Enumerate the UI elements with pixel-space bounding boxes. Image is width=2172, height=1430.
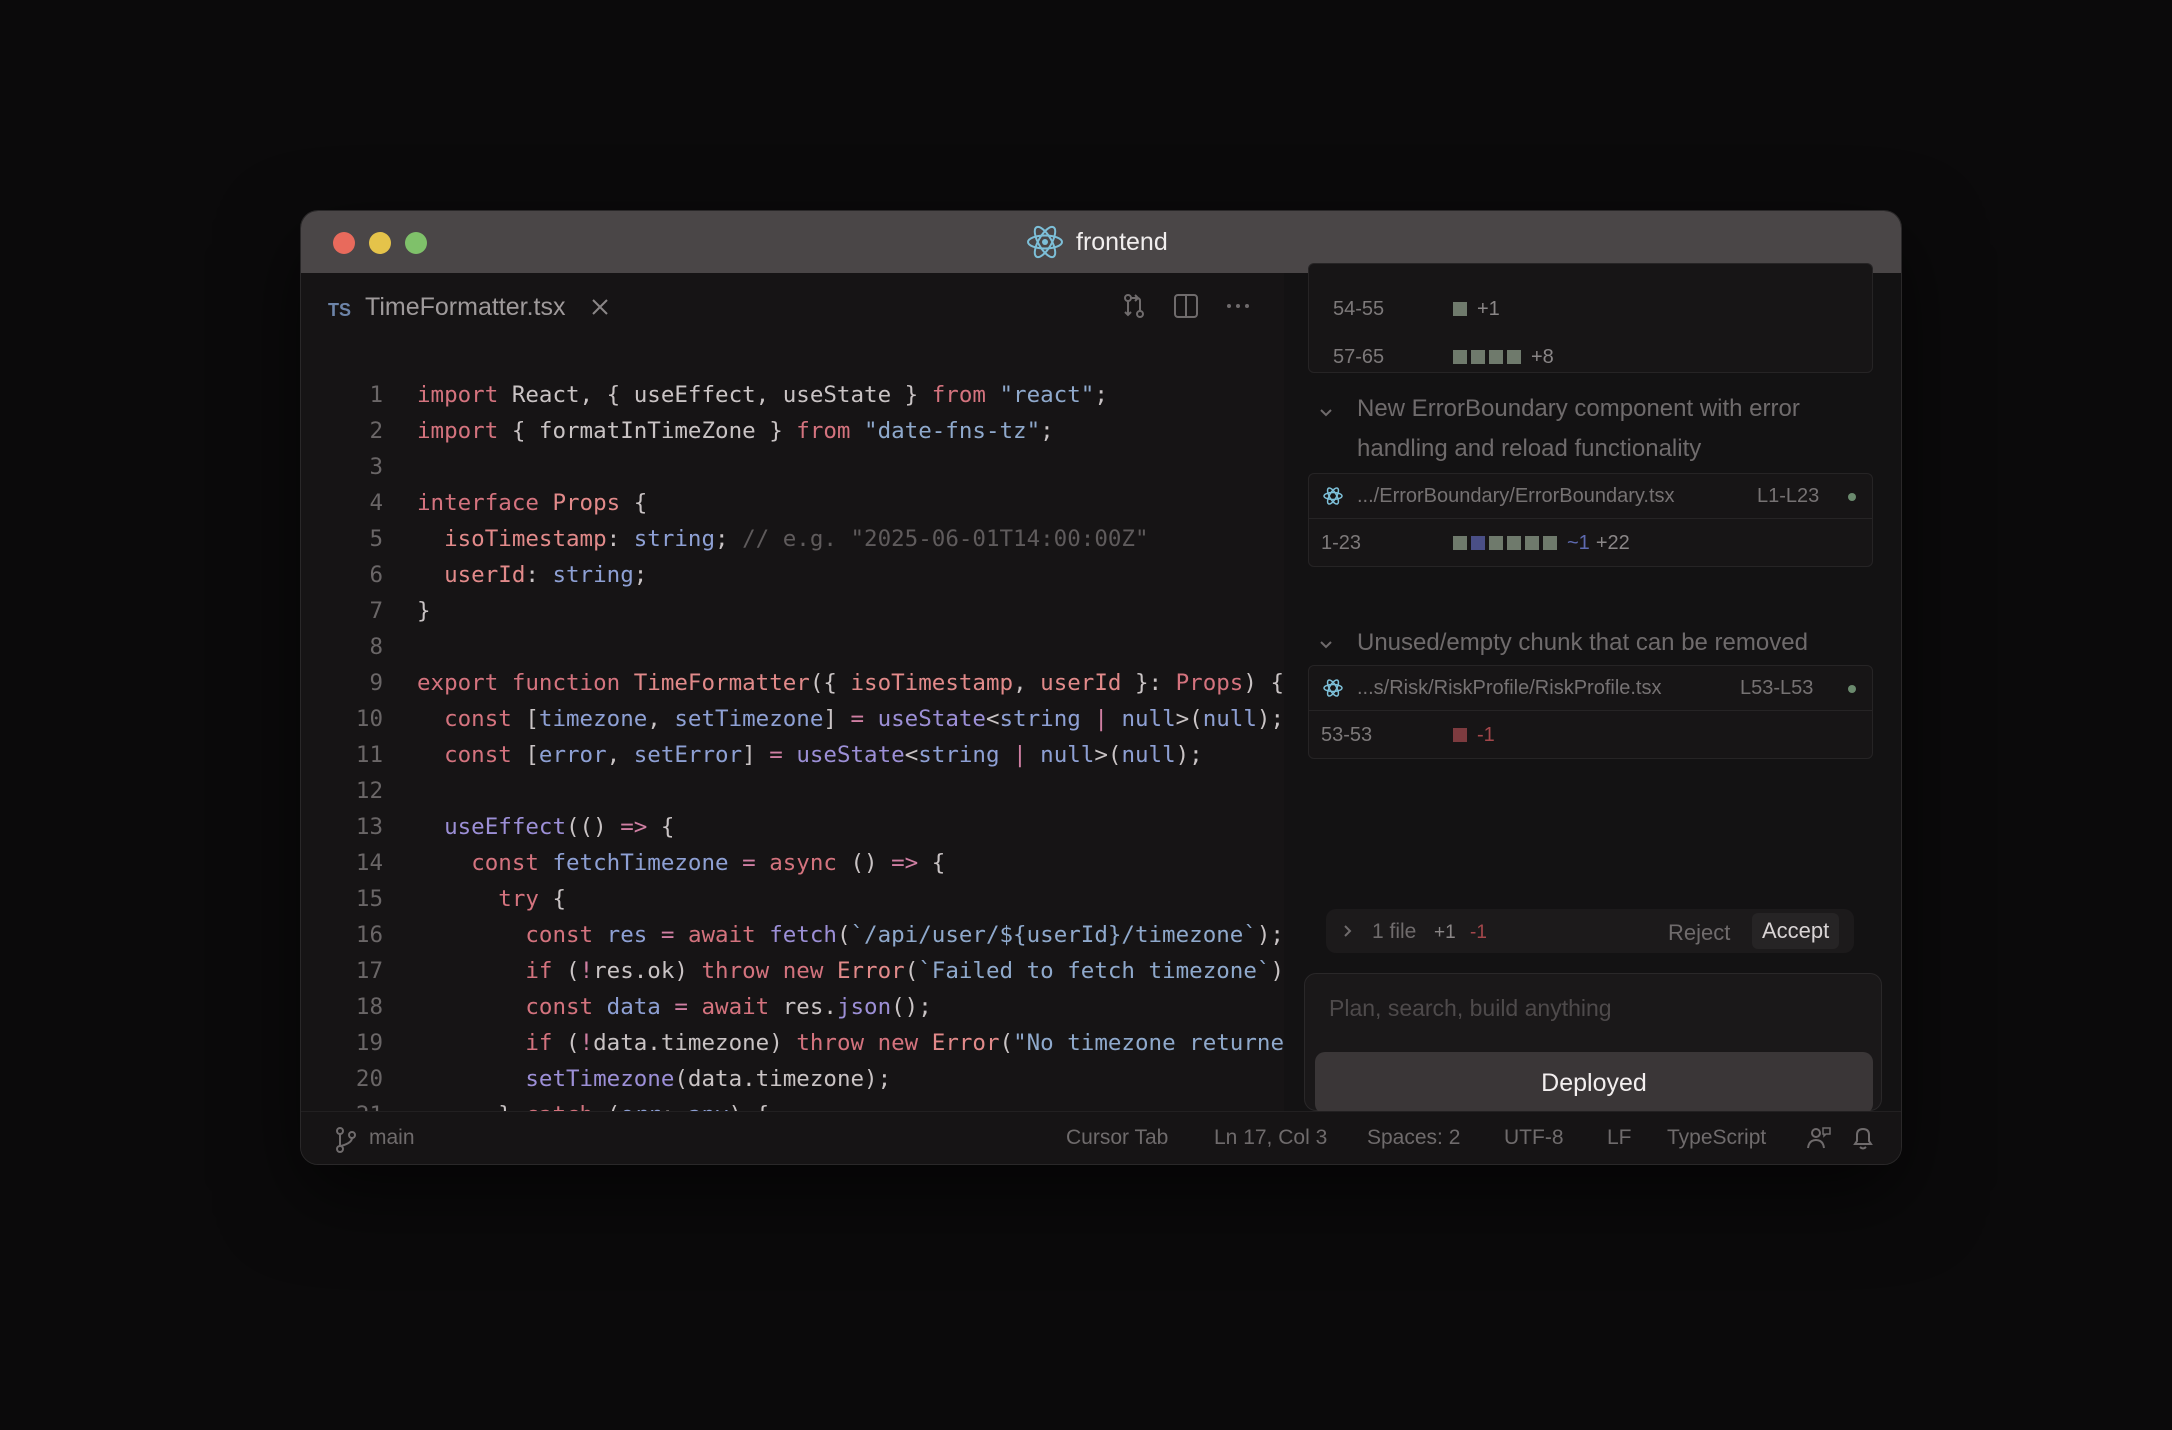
diff-file-range: L53-L53 [1740, 677, 1814, 699]
git-branch-icon[interactable] [333, 1126, 359, 1159]
status-bar: main Cursor Tab Ln 17, Col 3 Spaces: 2 U… [301, 1111, 1901, 1164]
diff-card: ...s/Risk/RiskProfile/RiskProfile.tsx L5… [1308, 665, 1873, 759]
encoding-status[interactable]: UTF-8 [1504, 1126, 1564, 1150]
changed-files-count[interactable]: 1 file [1372, 920, 1416, 944]
diff-row-stats: -1 [1453, 724, 1495, 745]
branch-name[interactable]: main [369, 1126, 415, 1150]
chat-input[interactable] [1327, 992, 1851, 1024]
diff-row-stats: ~1 +22 [1453, 532, 1630, 553]
diff-file-range: L1-L23 [1757, 485, 1820, 507]
indentation-status[interactable]: Spaces: 2 [1367, 1126, 1460, 1150]
diff-file-row[interactable]: .../ErrorBoundary/ErrorBoundary.tsx L1-L… [1309, 474, 1872, 519]
diff-file-path: ...s/Risk/RiskProfile/RiskProfile.tsx [1357, 677, 1662, 699]
close-window-button[interactable] [333, 232, 355, 254]
react-icon [1026, 225, 1064, 259]
diff-row-range: 54-55 [1333, 298, 1385, 320]
diff-row-range: 53-53 [1321, 724, 1373, 746]
react-icon [1323, 486, 1343, 511]
code-editor: TS TimeFormatter.tsx 1 import React, { us… [301, 273, 1284, 1121]
bell-icon[interactable] [1850, 1124, 1876, 1158]
diff-file-path: .../ErrorBoundary/ErrorBoundary.tsx [1357, 485, 1675, 507]
diff-row-range: 57-65 [1333, 346, 1385, 368]
editor-window: frontend TS TimeFormatter.tsx 1 import Re… [300, 210, 1902, 1165]
split-editor-icon[interactable] [1171, 291, 1201, 326]
tab-bar: TS TimeFormatter.tsx [301, 273, 1284, 341]
agent-panel: 54-55 +1 57-65 +8 New ErrorBoundary comp… [1284, 263, 1901, 1121]
status-dot [1848, 685, 1856, 693]
chat-composer: Deployed [1304, 973, 1882, 1114]
language-mode[interactable]: TypeScript [1667, 1126, 1766, 1150]
diff-card: .../ErrorBoundary/ErrorBoundary.tsx L1-L… [1308, 473, 1873, 567]
diff-card: 54-55 +1 57-65 +8 [1308, 263, 1873, 373]
accept-button[interactable]: Accept [1752, 913, 1840, 949]
more-icon[interactable] [1223, 291, 1253, 326]
section-title[interactable]: New ErrorBoundary component with error h… [1357, 389, 1877, 469]
line-ending-status[interactable]: LF [1607, 1126, 1632, 1150]
minimize-window-button[interactable] [369, 232, 391, 254]
chevron-down-icon[interactable] [1318, 637, 1334, 658]
source-control-icon[interactable] [1119, 291, 1149, 326]
section-title[interactable]: Unused/empty chunk that can be removed [1357, 623, 1877, 663]
diff-row-stats: +1 [1453, 298, 1500, 319]
code-area[interactable]: 1 import React, { useEffect, useState } f… [301, 377, 1284, 1117]
diff-row-range: 1-23 [1321, 532, 1362, 554]
review-action-bar: 1 file +1 -1 Reject Accept [1326, 909, 1854, 953]
maximize-window-button[interactable] [405, 232, 427, 254]
react-icon [1323, 678, 1343, 703]
diff-row-stats: +8 [1453, 346, 1554, 367]
close-icon[interactable] [587, 294, 613, 325]
reject-button[interactable]: Reject [1668, 920, 1730, 946]
status-dot [1848, 493, 1856, 501]
cursor-tab-status[interactable]: Cursor Tab [1066, 1126, 1168, 1150]
window-title-text: frontend [1076, 227, 1168, 256]
cursor-position[interactable]: Ln 17, Col 3 [1214, 1126, 1327, 1150]
deployed-button[interactable]: Deployed [1315, 1052, 1873, 1114]
added-lines-count: +1 [1434, 922, 1456, 943]
diff-file-row[interactable]: ...s/Risk/RiskProfile/RiskProfile.tsx L5… [1309, 666, 1872, 711]
tab-time-formatter[interactable]: TimeFormatter.tsx [365, 293, 566, 322]
feedback-icon[interactable] [1804, 1124, 1832, 1158]
chevron-right-icon[interactable] [1340, 923, 1356, 944]
removed-lines-count: -1 [1470, 922, 1487, 943]
chevron-down-icon[interactable] [1318, 405, 1334, 426]
window-title: frontend [1026, 225, 1168, 259]
typescript-badge-icon: TS [328, 300, 352, 320]
